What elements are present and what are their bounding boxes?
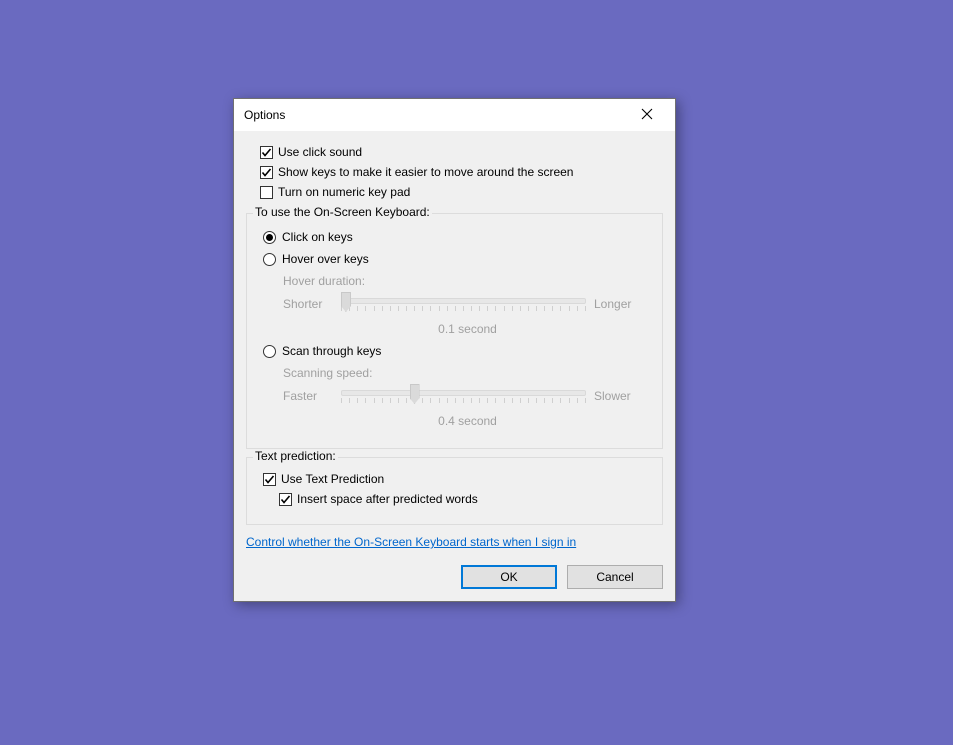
radio-hover-label: Hover over keys [282, 250, 369, 268]
close-button[interactable] [627, 101, 667, 129]
checkbox-insert-space[interactable] [279, 493, 292, 506]
hover-duration-title: Hover duration: [283, 274, 652, 288]
dialog-body: Use click sound Show keys to make it eas… [234, 131, 675, 601]
startup-link[interactable]: Control whether the On-Screen Keyboard s… [246, 535, 576, 549]
scanning-speed-slider[interactable] [341, 384, 586, 408]
checkbox-show-keys[interactable] [260, 166, 273, 179]
usage-groupbox: To use the On-Screen Keyboard: Click on … [246, 213, 663, 449]
scanning-speed-title: Scanning speed: [283, 366, 652, 380]
checkbox-click-sound-label: Use click sound [278, 143, 362, 161]
radio-hover-row[interactable]: Hover over keys [263, 250, 652, 268]
scanning-speed-right-label: Slower [586, 389, 652, 403]
text-prediction-legend: Text prediction: [253, 449, 338, 463]
checkbox-numeric-pad[interactable] [260, 186, 273, 199]
radio-click-label: Click on keys [282, 228, 353, 246]
titlebar: Options [234, 99, 675, 131]
button-row: OK Cancel [246, 565, 663, 589]
radio-click[interactable] [263, 231, 276, 244]
checkbox-use-tp-label: Use Text Prediction [281, 470, 384, 488]
scanning-speed-slider-row: Faster Slower [283, 384, 652, 408]
checkbox-click-sound[interactable] [260, 146, 273, 159]
checkbox-numeric-pad-row[interactable]: Turn on numeric key pad [260, 183, 663, 201]
checkbox-use-tp-row[interactable]: Use Text Prediction [263, 470, 652, 488]
hover-duration-value: 0.1 second [283, 322, 652, 336]
radio-click-row[interactable]: Click on keys [263, 228, 652, 246]
options-dialog: Options Use click sound Show keys to mak… [233, 98, 676, 602]
scanning-speed-block: Scanning speed: Faster Slower 0.4 second [283, 366, 652, 428]
radio-scan-row[interactable]: Scan through keys [263, 342, 652, 360]
ok-button[interactable]: OK [461, 565, 557, 589]
text-prediction-groupbox: Text prediction: Use Text Prediction Ins… [246, 457, 663, 525]
hover-duration-right-label: Longer [586, 297, 652, 311]
checkbox-use-tp[interactable] [263, 473, 276, 486]
checkbox-insert-space-row[interactable]: Insert space after predicted words [279, 490, 652, 508]
checkbox-show-keys-label: Show keys to make it easier to move arou… [278, 163, 573, 181]
checkbox-insert-space-label: Insert space after predicted words [297, 490, 478, 508]
checkbox-numeric-pad-label: Turn on numeric key pad [278, 183, 410, 201]
radio-scan-label: Scan through keys [282, 342, 381, 360]
close-icon [641, 108, 653, 123]
hover-duration-slider[interactable] [341, 292, 586, 316]
dialog-title: Options [244, 108, 285, 122]
usage-legend: To use the On-Screen Keyboard: [253, 205, 432, 219]
hover-duration-slider-row: Shorter Longer [283, 292, 652, 316]
cancel-button[interactable]: Cancel [567, 565, 663, 589]
radio-scan[interactable] [263, 345, 276, 358]
hover-duration-left-label: Shorter [283, 297, 341, 311]
radio-hover[interactable] [263, 253, 276, 266]
scanning-speed-left-label: Faster [283, 389, 341, 403]
scanning-speed-value: 0.4 second [283, 414, 652, 428]
checkbox-show-keys-row[interactable]: Show keys to make it easier to move arou… [260, 163, 663, 181]
hover-duration-block: Hover duration: Shorter Longer 0.1 secon… [283, 274, 652, 336]
checkbox-click-sound-row[interactable]: Use click sound [260, 143, 663, 161]
